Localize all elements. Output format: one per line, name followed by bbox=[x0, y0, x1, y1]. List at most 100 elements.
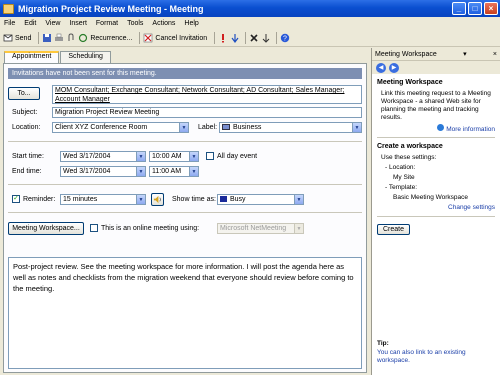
more-information-link[interactable]: More information bbox=[446, 126, 495, 133]
chevron-down-icon[interactable]: ▼ bbox=[352, 123, 361, 132]
start-time-select[interactable]: 10:00 AM ▼ bbox=[149, 151, 199, 162]
reminder-value: 15 minutes bbox=[63, 196, 98, 203]
send-button[interactable]: Send bbox=[3, 31, 31, 45]
chevron-down-icon[interactable]: ▼ bbox=[136, 167, 145, 176]
template-setting-label: - Template: bbox=[385, 184, 418, 191]
task-pane: Meeting Workspace ▾ × ◀ ▶ Meeting Worksp… bbox=[371, 48, 500, 375]
menu-insert[interactable]: Insert bbox=[69, 20, 87, 27]
change-settings-row: Change settings bbox=[377, 204, 495, 212]
task-pane-title: Meeting Workspace bbox=[375, 50, 437, 58]
appointment-form: Invitations have not been sent for this … bbox=[3, 63, 367, 373]
location-setting-value: My Site bbox=[393, 174, 415, 181]
all-day-label: All day event bbox=[217, 153, 258, 160]
recurrence-icon bbox=[79, 33, 88, 43]
start-date-value: Wed 3/17/2004 bbox=[63, 153, 111, 160]
change-settings-link[interactable]: Change settings bbox=[448, 204, 495, 211]
menu-edit[interactable]: Edit bbox=[24, 20, 36, 27]
subject-input[interactable]: Migration Project Review Meeting bbox=[52, 107, 362, 118]
divider bbox=[8, 212, 362, 213]
menu-tools[interactable]: Tools bbox=[127, 20, 143, 27]
end-time-select[interactable]: 11:00 AM ▼ bbox=[149, 166, 199, 177]
label-color-swatch bbox=[222, 124, 230, 131]
workspace-description: Link this meeting request to a Meeting W… bbox=[381, 90, 491, 121]
tip-text[interactable]: You can also link to an existing workspa… bbox=[377, 349, 496, 365]
create-button[interactable]: Create bbox=[377, 224, 411, 235]
label-select[interactable]: Business ▼ bbox=[219, 122, 362, 133]
menu-file[interactable]: File bbox=[4, 20, 15, 27]
start-time-label: Start time: bbox=[12, 153, 44, 160]
close-icon[interactable]: × bbox=[493, 51, 497, 58]
cancel-invitation-label: Cancel Invitation bbox=[155, 34, 208, 42]
back-icon[interactable]: ◀ bbox=[376, 62, 386, 73]
notes-body[interactable]: Post-project review. See the meeting wor… bbox=[8, 257, 362, 369]
toolbar-separator bbox=[139, 32, 141, 44]
toolbar: Send Recurrence... Cancel Invitation ? bbox=[0, 30, 500, 47]
chevron-down-icon: ▼ bbox=[294, 224, 303, 233]
menu-format[interactable]: Format bbox=[96, 20, 118, 27]
save-icon[interactable] bbox=[42, 33, 52, 43]
high-importance-icon[interactable] bbox=[218, 33, 228, 43]
location-label: Location: bbox=[12, 124, 41, 131]
show-time-as-value: Busy bbox=[230, 196, 246, 203]
show-time-as-select[interactable]: Busy ▼ bbox=[217, 194, 304, 205]
chevron-down-icon[interactable]: ▾ bbox=[463, 50, 467, 58]
recurrence-button[interactable]: Recurrence... bbox=[78, 31, 132, 45]
tip-title: Tip: bbox=[377, 340, 389, 347]
toolbar-separator bbox=[276, 32, 278, 44]
forward-icon[interactable]: ▶ bbox=[389, 62, 399, 73]
toolbar-separator bbox=[214, 32, 216, 44]
window-title: Migration Project Review Meeting - Meeti… bbox=[18, 3, 204, 14]
divider bbox=[8, 184, 362, 185]
to-button[interactable]: To... bbox=[8, 87, 40, 100]
attendees-field[interactable]: MOM Consultant; Exchange Consultant; Net… bbox=[52, 85, 362, 104]
location-select[interactable]: Client XYZ Conference Room ▼ bbox=[52, 122, 189, 133]
attendees-line-2: Account Manager bbox=[55, 96, 110, 103]
close-button[interactable]: × bbox=[484, 2, 498, 15]
attach-icon[interactable] bbox=[66, 33, 76, 43]
toolbar-separator bbox=[38, 32, 40, 44]
delete-icon[interactable] bbox=[249, 33, 259, 43]
location-setting-label: - Location: bbox=[385, 164, 416, 171]
online-meeting-checkbox[interactable] bbox=[90, 224, 98, 232]
divider bbox=[377, 216, 495, 217]
meeting-workspace-button[interactable]: Meeting Workspace... bbox=[8, 222, 84, 235]
start-time-value: 10:00 AM bbox=[152, 153, 182, 160]
location-value: Client XYZ Conference Room bbox=[55, 124, 148, 131]
create-workspace-title: Create a workspace bbox=[377, 143, 443, 150]
menu-help[interactable]: Help bbox=[184, 20, 198, 27]
online-app-select: Microsoft NetMeeting ▼ bbox=[217, 223, 304, 234]
all-day-checkbox[interactable] bbox=[206, 152, 214, 160]
send-label: Send bbox=[15, 34, 32, 42]
print-icon[interactable] bbox=[54, 33, 64, 43]
reminder-select[interactable]: 15 minutes ▼ bbox=[60, 194, 146, 205]
chevron-down-icon[interactable]: ▼ bbox=[136, 152, 145, 161]
menu-view[interactable]: View bbox=[45, 20, 60, 27]
low-importance-icon[interactable] bbox=[230, 33, 240, 43]
speaker-icon bbox=[153, 195, 161, 204]
chevron-down-icon[interactable]: ▼ bbox=[189, 167, 198, 176]
divider bbox=[377, 137, 495, 138]
maximize-button[interactable]: □ bbox=[468, 2, 482, 15]
end-date-select[interactable]: Wed 3/17/2004 ▼ bbox=[60, 166, 146, 177]
cancel-invitation-icon bbox=[144, 33, 153, 43]
help-icon[interactable]: ? bbox=[280, 33, 290, 43]
minimize-button[interactable]: _ bbox=[452, 2, 466, 15]
navigate-icon[interactable] bbox=[261, 33, 271, 43]
chevron-down-icon[interactable]: ▼ bbox=[136, 195, 145, 204]
menu-bar: File Edit View Insert Format Tools Actio… bbox=[0, 17, 500, 30]
busy-color-swatch bbox=[220, 196, 227, 203]
reminder-checkbox[interactable]: ✓ bbox=[12, 195, 20, 203]
appointment-panel: Appointment Scheduling Invitations have … bbox=[0, 48, 370, 375]
start-date-select[interactable]: Wed 3/17/2004 ▼ bbox=[60, 151, 146, 162]
online-app-value: Microsoft NetMeeting bbox=[220, 225, 287, 232]
subject-label: Subject: bbox=[12, 109, 38, 116]
tip-section: Tip: You can also link to an existing wo… bbox=[377, 340, 496, 365]
attendees-line-1: MOM Consultant; Exchange Consultant; Net… bbox=[55, 87, 345, 94]
chevron-down-icon[interactable]: ▼ bbox=[189, 152, 198, 161]
cancel-invitation-button[interactable]: Cancel Invitation bbox=[143, 31, 207, 45]
menu-actions[interactable]: Actions bbox=[152, 20, 175, 27]
divider bbox=[8, 141, 362, 142]
chevron-down-icon[interactable]: ▼ bbox=[179, 123, 188, 132]
reminder-sound-button[interactable] bbox=[151, 193, 164, 206]
chevron-down-icon[interactable]: ▼ bbox=[294, 195, 303, 204]
